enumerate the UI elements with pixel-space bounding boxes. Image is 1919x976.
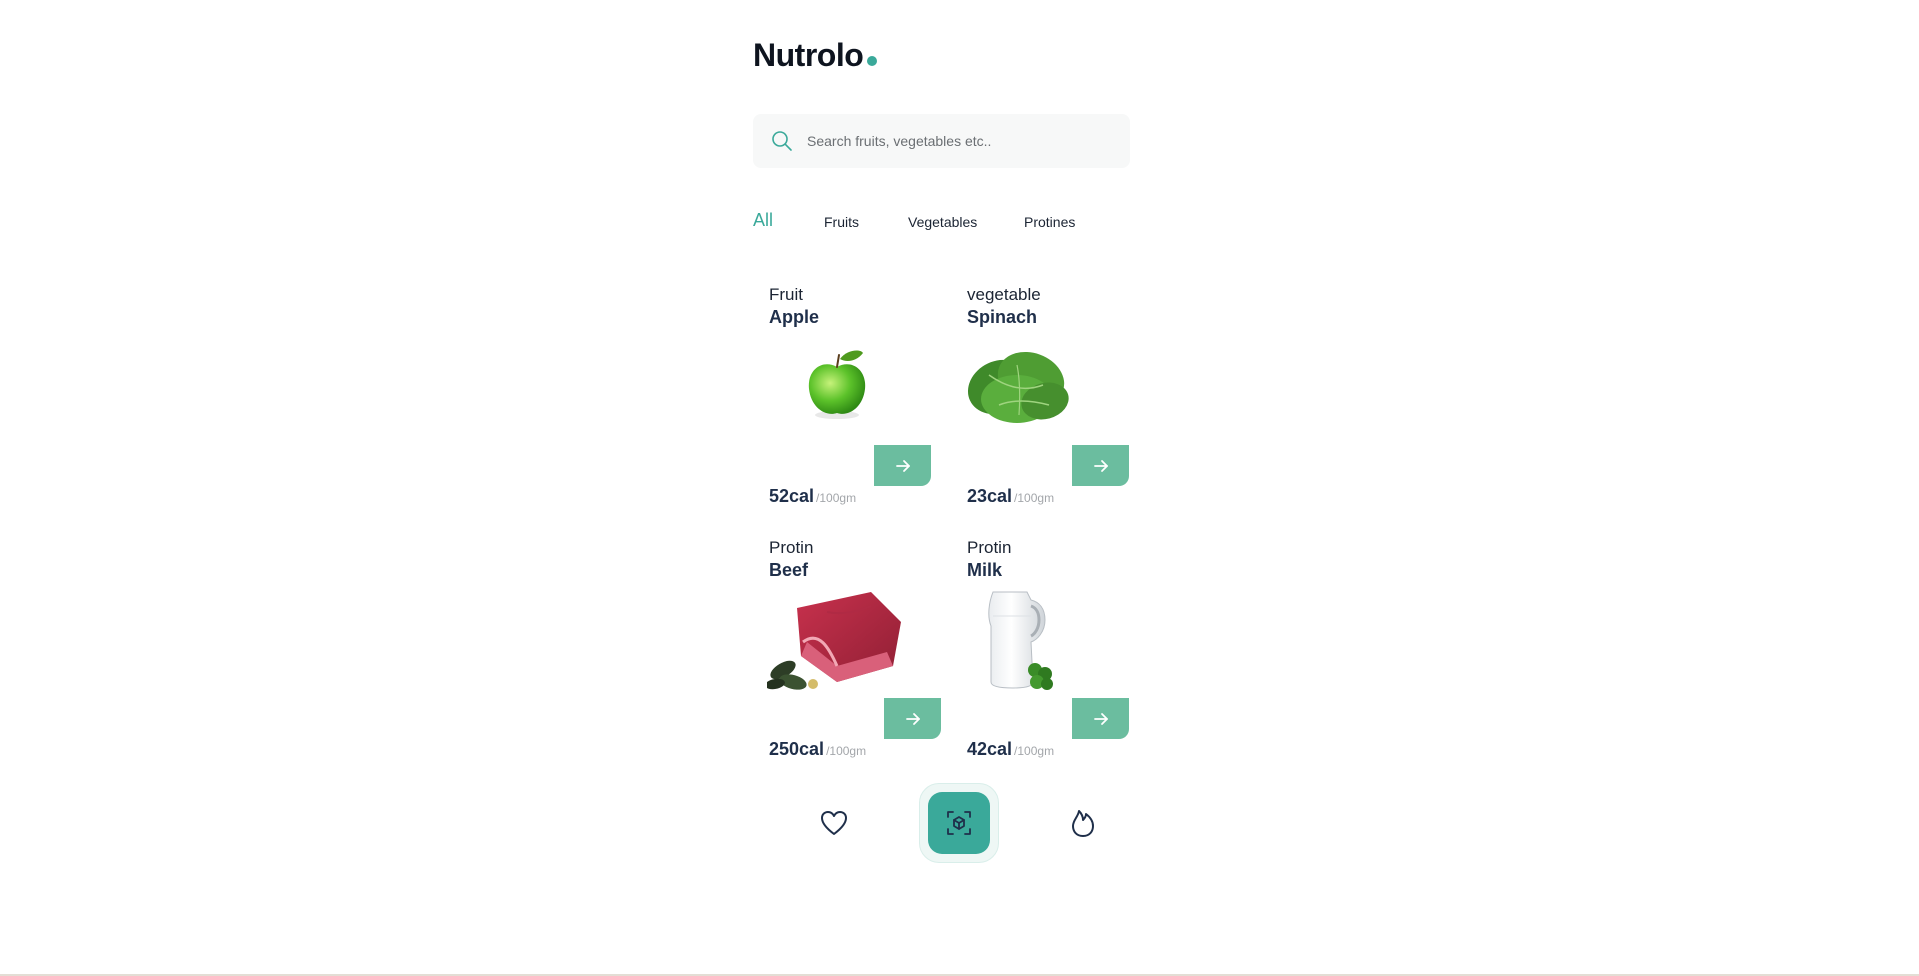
- view-beef-button[interactable]: [884, 698, 941, 739]
- arrow-right-icon: [895, 459, 910, 472]
- search-input[interactable]: [807, 133, 1107, 149]
- calorie-info: 42cal /100gm: [967, 739, 1054, 760]
- calorie-info: 52cal /100gm: [769, 486, 856, 507]
- food-name: Milk: [967, 560, 1003, 580]
- calorie-value: 42cal: [967, 739, 1013, 759]
- food-type: Fruit: [769, 285, 803, 304]
- scan-button-inner: [928, 792, 990, 854]
- food-name: Spinach: [967, 307, 1038, 327]
- food-card-beef[interactable]: Protin Beef 250cal /100gm: [753, 538, 941, 778]
- scan-button[interactable]: [919, 783, 999, 863]
- arrow-right-icon: [1093, 459, 1108, 472]
- calorie-unit: /100gm: [826, 744, 867, 758]
- view-milk-button[interactable]: [1072, 698, 1129, 739]
- food-card-milk[interactable]: Protin Milk 42cal /100gm: [951, 538, 1131, 778]
- food-card-apple[interactable]: Fruit Apple 52cal /100gm: [753, 285, 933, 525]
- tab-vegetables[interactable]: Vegetables: [908, 214, 977, 230]
- apple-image: [801, 347, 873, 426]
- calorie-unit: /100gm: [816, 491, 857, 505]
- food-name: Beef: [769, 560, 809, 580]
- food-type: vegetable: [967, 285, 1041, 304]
- logo-dot: [867, 56, 878, 66]
- category-tabs: All Fruits Vegetables Protines: [753, 208, 1131, 236]
- calorie-unit: /100gm: [1014, 744, 1055, 758]
- beef-image: [765, 586, 903, 699]
- bottom-nav: [753, 783, 1131, 863]
- food-type: Protin: [769, 538, 814, 557]
- calorie-info: 23cal /100gm: [967, 486, 1054, 507]
- app-container: Nutrolo All Fruits Vegetables Protines F…: [753, 0, 1131, 976]
- search-bar[interactable]: [753, 114, 1130, 168]
- tab-all[interactable]: All: [753, 210, 773, 231]
- calorie-value: 23cal: [967, 486, 1013, 506]
- scan-icon: [947, 811, 971, 835]
- spinach-image: [959, 335, 1075, 440]
- food-card-spinach[interactable]: vegetable Spinach 23cal /100gm: [951, 285, 1131, 525]
- milk-image: [979, 586, 1059, 695]
- tab-fruits[interactable]: Fruits: [824, 214, 859, 230]
- calorie-unit: /100gm: [1014, 491, 1055, 505]
- view-spinach-button[interactable]: [1072, 445, 1129, 486]
- logo-text: Nutrolo: [753, 37, 864, 73]
- heart-icon[interactable]: [819, 808, 849, 838]
- food-type: Protin: [967, 538, 1012, 557]
- flame-icon[interactable]: [1068, 807, 1098, 839]
- tab-protines[interactable]: Protines: [1024, 214, 1075, 230]
- app-logo: Nutrolo: [753, 37, 878, 74]
- arrow-right-icon: [905, 712, 920, 725]
- arrow-right-icon: [1093, 712, 1108, 725]
- calorie-value: 52cal: [769, 486, 815, 506]
- calorie-info: 250cal /100gm: [769, 739, 866, 760]
- calorie-value: 250cal: [769, 739, 825, 759]
- view-apple-button[interactable]: [874, 445, 931, 486]
- food-name: Apple: [769, 307, 820, 327]
- search-icon: [769, 128, 795, 154]
